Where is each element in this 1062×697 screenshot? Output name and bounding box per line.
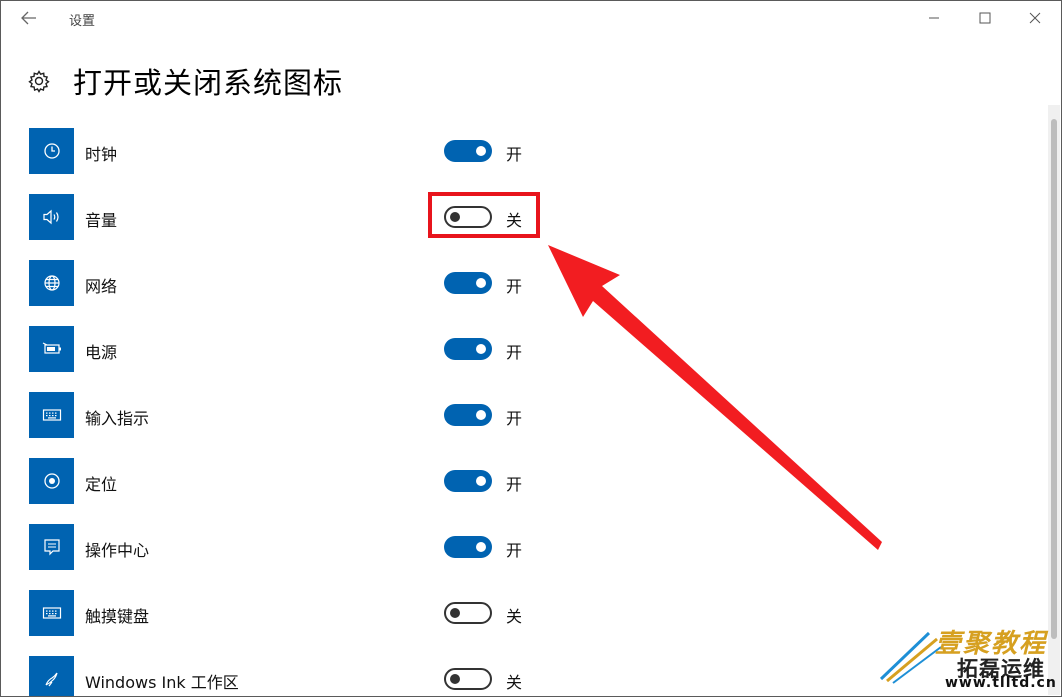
toggle-state-label: 开 xyxy=(506,343,523,362)
action-center-icon xyxy=(43,539,60,556)
toggle-knob xyxy=(476,476,486,486)
page-title: 打开或关闭系统图标 xyxy=(73,66,344,100)
list-item-power: 电源 开 xyxy=(1,326,1041,374)
toggle-state-label: 开 xyxy=(506,541,523,560)
toggle-knob xyxy=(450,212,460,222)
toggle-knob xyxy=(450,674,460,684)
keyboard-icon xyxy=(42,607,61,619)
toggle-knob xyxy=(450,608,460,618)
page-header: 打开或关闭系统图标 xyxy=(27,61,343,101)
globe-icon xyxy=(43,275,60,291)
back-button[interactable] xyxy=(15,7,43,29)
toggle-state-label: 开 xyxy=(506,475,523,494)
toggle-knob xyxy=(476,146,486,156)
clock-tile xyxy=(29,128,74,174)
list-item-input-indicator: 输入指示 开 xyxy=(1,392,1041,440)
touch-keyboard-tile xyxy=(29,590,74,636)
toggle-state-label: 关 xyxy=(506,673,523,692)
toggle-switch-action-center[interactable] xyxy=(444,536,492,558)
item-label: 电源 xyxy=(85,343,118,362)
battery-icon xyxy=(42,342,61,354)
toggle-switch-windows-ink[interactable] xyxy=(444,668,492,690)
location-icon xyxy=(43,473,60,489)
clock-icon xyxy=(43,143,60,159)
list-item-windows-ink: Windows Ink 工作区 关 xyxy=(1,656,1041,696)
toggle-state-label: 开 xyxy=(506,277,523,296)
item-label: 网络 xyxy=(85,277,118,296)
maximize-icon xyxy=(979,12,991,24)
toggle-switch-network[interactable] xyxy=(444,272,492,294)
power-tile xyxy=(29,326,74,372)
item-label: 触摸键盘 xyxy=(85,607,150,626)
input-indicator-tile xyxy=(29,392,74,438)
toggle-state-label: 开 xyxy=(506,409,523,428)
title-bar: 设置 xyxy=(1,1,1061,35)
list-item-volume: 音量 关 xyxy=(1,194,1041,242)
toggle-knob xyxy=(476,542,486,552)
toggle-switch-input-indicator[interactable] xyxy=(444,404,492,426)
item-label: Windows Ink 工作区 xyxy=(85,673,239,692)
toggle-switch-clock[interactable] xyxy=(444,140,492,162)
item-label: 定位 xyxy=(85,475,118,494)
action-center-tile xyxy=(29,524,74,570)
list-item-location: 定位 开 xyxy=(1,458,1041,506)
close-icon xyxy=(1029,12,1041,24)
toggle-switch-touch-keyboard[interactable] xyxy=(444,602,492,624)
toggle-state-label: 关 xyxy=(506,607,523,626)
toggle-state-label: 开 xyxy=(506,145,523,164)
toggle-switch-location[interactable] xyxy=(444,470,492,492)
close-button[interactable] xyxy=(1012,5,1058,31)
list-item-action-center: 操作中心 开 xyxy=(1,524,1041,572)
maximize-button[interactable] xyxy=(962,5,1008,31)
toggle-knob xyxy=(476,344,486,354)
back-arrow-icon xyxy=(21,11,36,25)
scrollbar[interactable] xyxy=(1048,105,1060,695)
list-item-clock: 时钟 开 xyxy=(1,128,1041,176)
toggle-knob xyxy=(476,410,486,420)
location-tile xyxy=(29,458,74,504)
windows-ink-tile xyxy=(29,656,74,696)
toggle-state-label: 关 xyxy=(506,211,523,230)
app-title: 设置 xyxy=(69,14,96,29)
toggle-switch-volume[interactable] xyxy=(444,206,492,228)
minimize-button[interactable] xyxy=(911,5,957,31)
toggle-switch-power[interactable] xyxy=(444,338,492,360)
item-label: 时钟 xyxy=(85,145,118,164)
toggle-knob xyxy=(476,278,486,288)
item-label: 音量 xyxy=(85,211,118,230)
volume-tile xyxy=(29,194,74,240)
scrollbar-thumb[interactable] xyxy=(1051,119,1057,639)
list-item-touch-keyboard: 触摸键盘 关 xyxy=(1,590,1041,638)
network-tile xyxy=(29,260,74,306)
pen-icon xyxy=(44,672,58,687)
minimize-icon xyxy=(929,17,939,19)
gear-icon xyxy=(28,70,50,93)
item-label: 输入指示 xyxy=(85,409,150,428)
item-label: 操作中心 xyxy=(85,541,150,560)
settings-window: 设置 打开或关闭系统图标 时钟 开 音量 关 网络 开 电源 开 输入指示 开 … xyxy=(0,0,1062,697)
volume-icon xyxy=(42,209,59,225)
keyboard-icon xyxy=(42,409,61,421)
list-item-network: 网络 开 xyxy=(1,260,1041,308)
